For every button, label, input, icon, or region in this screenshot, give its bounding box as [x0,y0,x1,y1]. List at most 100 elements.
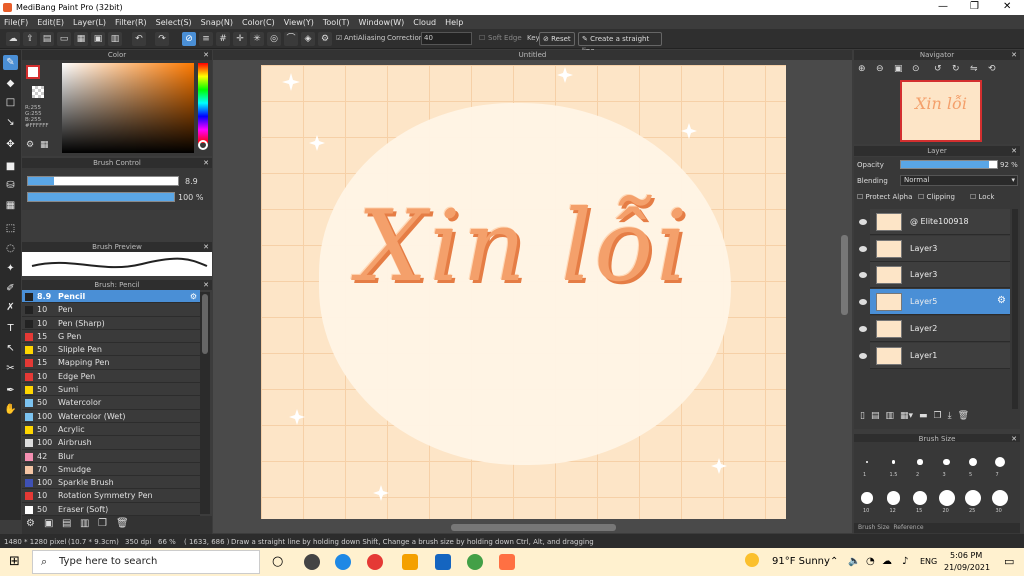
brush-list-item[interactable]: 70 Smudge [22,463,200,477]
cross-snap-icon[interactable]: ✛ [233,32,247,46]
document-icon[interactable]: ▤ [40,32,54,46]
tray-chevron-icon[interactable]: ⌃ [830,556,838,567]
blending-select[interactable]: Normal ▾ [900,175,1018,186]
brush-size-preset[interactable] [968,457,978,467]
brush-list-item[interactable]: 10 Pen [22,303,200,317]
layer-visibility-eye-icon[interactable] [859,325,867,332]
comment-icon[interactable]: ▭ [57,32,71,46]
divide-tool-icon[interactable]: ✂ [3,361,18,376]
layer-scrollbar[interactable] [1012,209,1018,409]
redo-icon[interactable]: ↷ [155,32,169,46]
rotate-right-icon[interactable]: ↻ [952,64,960,74]
layer-settings-gear-icon[interactable]: ⚙ [997,295,1006,306]
panel-close-icon[interactable]: ✕ [1011,146,1017,156]
language-indicator[interactable]: ENG [920,557,937,566]
brush-list-item[interactable]: 50 Eraser (Soft) [22,503,200,516]
curve-snap-icon[interactable]: ⌒ [284,32,298,46]
create-straight-line-button[interactable]: ✎ Create a straight line [578,32,662,55]
merge-down-icon[interactable]: ⤓ [948,411,952,427]
add-layer-menu-icon[interactable]: ▦▾ [900,411,913,427]
line-tool-icon[interactable]: ↘ [3,115,18,130]
hue-handle[interactable] [198,140,208,150]
windows-start-icon[interactable]: ⊞ [9,554,20,569]
brush-size-slider[interactable] [27,176,179,186]
brush-settings-icon[interactable]: ▥ [80,518,89,529]
select-eraser-icon[interactable]: ✗ [3,300,18,315]
panel-close-icon[interactable]: ✕ [1011,50,1017,60]
grid-icon[interactable]: ▥ [108,32,122,46]
brush-list-item[interactable]: 50 Acrylic [22,423,200,437]
zoom-out-icon[interactable]: ⊖ [876,64,884,74]
panel-close-icon[interactable]: ✕ [203,280,209,290]
reset-button[interactable]: ⊘ Reset [539,32,575,46]
fill-tool-icon[interactable]: ⛁ [3,178,18,193]
menu-snap[interactable]: Snap(N) [201,18,233,27]
undo-icon[interactable]: ↶ [132,32,146,46]
weather-text[interactable]: 91°F Sunny [772,556,830,567]
brush-folder-icon[interactable]: ▣ [44,518,53,529]
brush-material-icon[interactable]: ▤ [62,518,71,529]
menu-layer[interactable]: Layer(L) [73,18,106,27]
layer-visibility-eye-icon[interactable] [859,352,867,359]
eyedropper-tool-icon[interactable]: ✒ [3,383,18,398]
layer-row[interactable]: Layer5 ⚙ [870,289,1010,316]
medibang-app-icon[interactable] [499,554,515,570]
vertical-scrollbar-thumb[interactable] [841,235,848,315]
snap-off-icon[interactable]: ⊘ [182,32,196,46]
brush-size-preset[interactable] [943,458,950,466]
brush-copy-icon[interactable]: ❐ [98,518,107,529]
rectangle-tool-icon[interactable]: ■ [3,159,18,174]
horizontal-scrollbar-thumb[interactable] [451,524,616,531]
dot-tool-icon[interactable]: □ [3,95,18,110]
edge-browser-icon[interactable] [335,554,351,570]
parallel-snap-icon[interactable]: ≡ [199,32,213,46]
folder-icon[interactable]: ▬ [919,411,928,427]
layer-visibility-eye-icon[interactable] [859,299,867,306]
volume-icon[interactable]: ♪ [902,556,908,567]
clock-date[interactable]: 21/09/2021 [944,563,990,572]
select-tool-icon[interactable]: ⬚ [3,221,18,236]
menu-color[interactable]: Color(C) [242,18,275,27]
clock-time[interactable]: 5:06 PM [950,551,982,560]
brush-list-item[interactable]: 8.9 Pencil ⚙ [22,290,200,304]
brush-list-item[interactable]: 10 Rotation Symmetry Pen [22,489,200,503]
minimize-button[interactable]: — [938,1,948,12]
close-button[interactable]: ✕ [1003,1,1011,12]
color-palette-icon[interactable]: ▦ [40,140,49,150]
brush-list-item[interactable]: 50 Watercolor [22,396,200,410]
brush-list-item[interactable]: 50 Sumi [22,383,200,397]
chrome-icon[interactable] [367,554,383,570]
brush-size-preset[interactable] [994,457,1005,467]
layer-opacity-slider[interactable] [900,160,998,169]
cloud-icon[interactable]: ☁ [6,32,20,46]
brush-size-preset[interactable] [891,460,896,464]
lasso-tool-icon[interactable]: ◌ [3,241,18,256]
hand-tool-icon[interactable]: ✋ [3,402,18,417]
word-icon[interactable] [435,554,451,570]
select-pen-icon[interactable]: ✐ [3,281,18,296]
radial-snap-icon[interactable]: ✳ [250,32,264,46]
foreground-color-swatch[interactable] [26,65,40,79]
flip-icon[interactable]: ⇋ [970,64,978,74]
network-icon[interactable]: ◔ [866,556,875,567]
layer-visibility-eye-icon[interactable] [859,245,867,252]
brush-list-item[interactable]: 10 Edge Pen [22,370,200,384]
brush-delete-icon[interactable]: 🗑 [116,518,129,529]
brush-size-preset[interactable] [866,461,868,463]
menu-view[interactable]: View(Y) [284,18,314,27]
layer-row[interactable]: Layer3 [870,262,1010,289]
scrollbar-thumb[interactable] [202,294,208,354]
magic-wand-tool-icon[interactable]: ✦ [3,261,18,276]
export-icon[interactable]: ⇪ [23,32,37,46]
brush-list-item[interactable]: 50 Slipple Pen [22,343,200,357]
zoom-in-icon[interactable]: ⊕ [858,64,866,74]
layer-row[interactable]: @ Elite100918 [870,209,1010,235]
duplicate-layer-icon[interactable]: ❐ [934,411,942,427]
eraser-tool-icon[interactable]: ◆ [3,76,18,91]
brush-size-preset[interactable] [886,491,901,505]
soft-edge-checkbox[interactable]: ☐ [479,34,485,42]
navigator-thumbnail[interactable]: Xin lỗi [900,80,982,142]
grid-snap-icon[interactable]: # [216,32,230,46]
operation-tool-icon[interactable]: ↖ [3,341,18,356]
new-color-layer-icon[interactable]: ▤ [871,411,880,427]
